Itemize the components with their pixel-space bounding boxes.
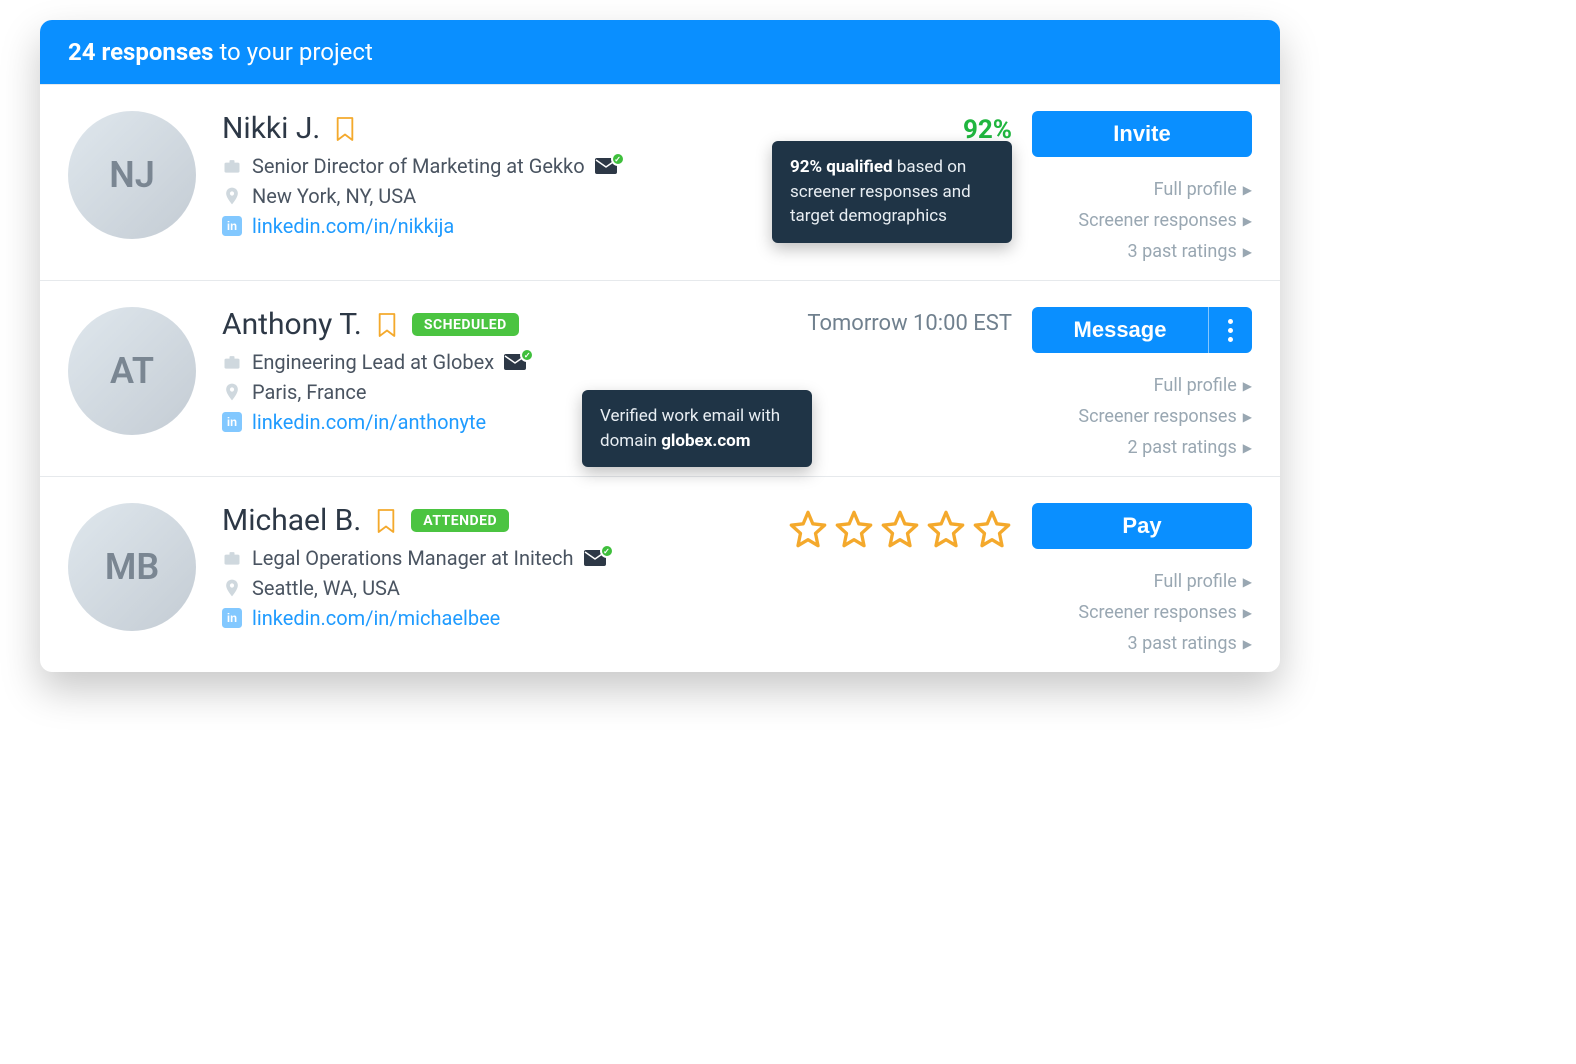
avatar[interactable]: NJ (68, 111, 196, 239)
screener-responses-link[interactable]: Screener responses▶ (1078, 602, 1252, 623)
full-profile-link[interactable]: Full profile▶ (1154, 179, 1252, 200)
person-role: Legal Operations Manager at Initech (252, 546, 574, 570)
response-count: 24 responses (68, 38, 213, 66)
more-actions-button[interactable] (1208, 307, 1252, 353)
briefcase-icon (222, 352, 242, 372)
linkedin-line: in linkedin.com/in/michaelbee (222, 606, 732, 630)
caret-right-icon: ▶ (1243, 441, 1252, 455)
linkedin-line: in linkedin.com/in/nikkija (222, 214, 762, 238)
person-location: Seattle, WA, USA (252, 576, 400, 600)
rating-stars[interactable] (732, 509, 1012, 549)
role-line: Engineering Lead at Globex ✓ Verified wo… (222, 350, 762, 374)
bookmark-icon[interactable] (376, 311, 398, 339)
star-icon[interactable] (880, 509, 920, 549)
caret-right-icon: ▶ (1243, 214, 1252, 228)
person-info: Anthony T. SCHEDULED Engineering Lead at… (222, 307, 762, 434)
schedule-time: Tomorrow 10:00 EST (807, 311, 1012, 336)
location-pin-icon (222, 578, 242, 598)
middle-column (732, 503, 1012, 549)
status-badge: SCHEDULED (412, 313, 519, 336)
bookmark-icon[interactable] (334, 115, 356, 143)
star-icon[interactable] (788, 509, 828, 549)
role-line: Legal Operations Manager at Initech ✓ (222, 546, 732, 570)
svg-text:in: in (227, 220, 237, 233)
briefcase-icon (222, 156, 242, 176)
person-role: Engineering Lead at Globex (252, 350, 494, 374)
message-button[interactable]: Message (1032, 307, 1208, 353)
verified-email-icon[interactable]: ✓ (584, 550, 606, 566)
response-row: MB Michael B. ATTENDED Legal Operations … (40, 476, 1280, 672)
location-line: Seattle, WA, USA (222, 576, 732, 600)
middle-column: 92% 92% qualified based on screener resp… (762, 111, 1012, 145)
verified-check-icon: ✓ (611, 152, 625, 166)
person-name: Anthony T. (222, 307, 362, 342)
responses-card: 24 responses to your project NJ Nikki J.… (40, 20, 1280, 672)
past-ratings-link[interactable]: 3 past ratings▶ (1128, 241, 1253, 262)
pay-button[interactable]: Pay (1032, 503, 1252, 549)
location-line: New York, NY, USA (222, 184, 762, 208)
star-icon[interactable] (834, 509, 874, 549)
caret-right-icon: ▶ (1243, 606, 1252, 620)
status-badge: ATTENDED (411, 509, 509, 532)
verified-check-icon: ✓ (600, 544, 614, 558)
briefcase-icon (222, 548, 242, 568)
location-pin-icon (222, 186, 242, 206)
response-row: NJ Nikki J. Senior Director of Marketing… (40, 84, 1280, 280)
caret-right-icon: ▶ (1243, 575, 1252, 589)
star-icon[interactable] (926, 509, 966, 549)
verified-email-icon[interactable]: ✓ (595, 158, 617, 174)
person-name: Michael B. (222, 503, 361, 538)
actions-column: Message Full profile▶ Screener responses… (1032, 307, 1252, 458)
actions-column: Pay Full profile▶ Screener responses▶ 3 … (1032, 503, 1252, 654)
avatar[interactable]: AT (68, 307, 196, 435)
qualification-tooltip: 92% qualified based on screener response… (772, 141, 1012, 243)
screener-responses-link[interactable]: Screener responses▶ (1078, 406, 1252, 427)
svg-text:in: in (227, 416, 237, 429)
full-profile-link[interactable]: Full profile▶ (1154, 571, 1252, 592)
linkedin-link[interactable]: linkedin.com/in/anthonyte (252, 410, 486, 434)
verified-email-icon[interactable]: ✓ (504, 354, 526, 370)
response-row: AT Anthony T. SCHEDULED Engineering Lead… (40, 280, 1280, 476)
linkedin-link[interactable]: linkedin.com/in/michaelbee (252, 606, 500, 630)
past-ratings-link[interactable]: 3 past ratings▶ (1128, 633, 1253, 654)
person-location: Paris, France (252, 380, 366, 404)
person-role: Senior Director of Marketing at Gekko (252, 154, 585, 178)
caret-right-icon: ▶ (1243, 637, 1252, 651)
avatar[interactable]: MB (68, 503, 196, 631)
star-icon[interactable] (972, 509, 1012, 549)
bookmark-icon[interactable] (375, 507, 397, 535)
verified-check-icon: ✓ (520, 348, 534, 362)
linkedin-icon: in (222, 216, 242, 236)
role-line: Senior Director of Marketing at Gekko ✓ (222, 154, 762, 178)
svg-text:in: in (227, 612, 237, 625)
middle-column: Tomorrow 10:00 EST (762, 307, 1012, 336)
caret-right-icon: ▶ (1243, 245, 1252, 259)
caret-right-icon: ▶ (1243, 183, 1252, 197)
person-info: Nikki J. Senior Director of Marketing at… (222, 111, 762, 238)
person-location: New York, NY, USA (252, 184, 416, 208)
person-name: Nikki J. (222, 111, 320, 146)
linkedin-icon: in (222, 608, 242, 628)
caret-right-icon: ▶ (1243, 379, 1252, 393)
card-header: 24 responses to your project (40, 20, 1280, 84)
linkedin-icon: in (222, 412, 242, 432)
header-suffix: to your project (213, 38, 372, 66)
past-ratings-link[interactable]: 2 past ratings▶ (1128, 437, 1253, 458)
full-profile-link[interactable]: Full profile▶ (1154, 375, 1252, 396)
invite-button[interactable]: Invite (1032, 111, 1252, 157)
screener-responses-link[interactable]: Screener responses▶ (1078, 210, 1252, 231)
person-info: Michael B. ATTENDED Legal Operations Man… (222, 503, 732, 630)
actions-column: Invite Full profile▶ Screener responses▶… (1032, 111, 1252, 262)
verified-email-tooltip: Verified work email with domain globex.c… (582, 390, 812, 467)
caret-right-icon: ▶ (1243, 410, 1252, 424)
location-pin-icon (222, 382, 242, 402)
linkedin-link[interactable]: linkedin.com/in/nikkija (252, 214, 454, 238)
